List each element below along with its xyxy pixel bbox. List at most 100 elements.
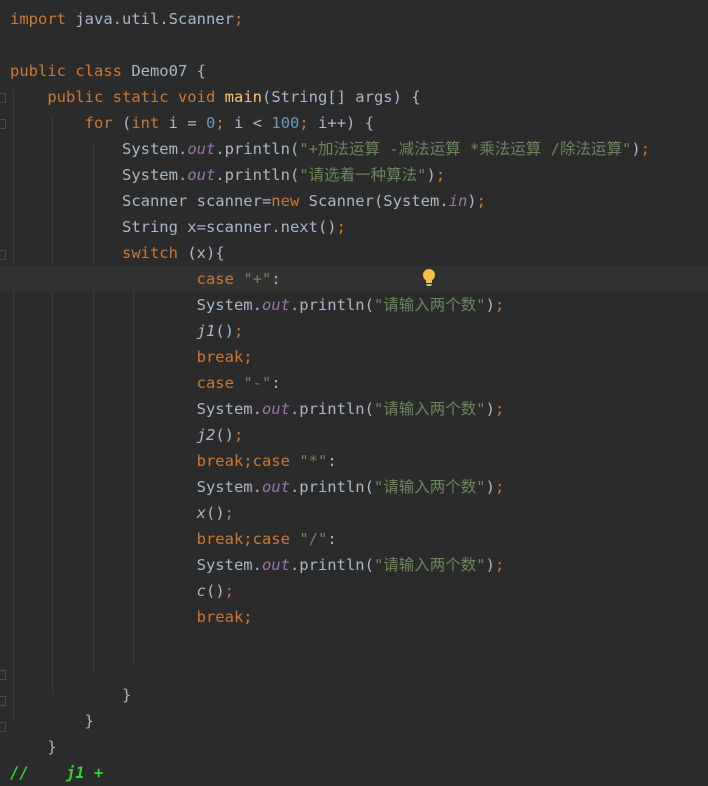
code-line[interactable]: System.out.println("+加法运算 -减法运算 *乘法运算 /除… [0, 136, 708, 162]
code-line[interactable] [0, 656, 708, 682]
code-line[interactable]: j1(); [0, 318, 708, 344]
code-token: break; [196, 608, 253, 626]
code-line[interactable]: import java.util.Scanner; [0, 6, 708, 32]
code-token: () [205, 582, 225, 600]
code-text: case "+": [10, 266, 281, 292]
code-token: .println( [289, 556, 374, 574]
code-token: .println( [215, 166, 300, 184]
code-token: 100 [271, 114, 300, 132]
code-line[interactable]: System.out.println("请输入两个数"); [0, 474, 708, 500]
code-line[interactable]: } [0, 682, 708, 708]
code-line[interactable]: break; [0, 344, 708, 370]
code-token: ) [467, 192, 477, 210]
code-token: out [187, 166, 216, 184]
code-token: } [10, 686, 132, 704]
code-token: () [215, 426, 234, 444]
code-token: public static void [47, 88, 216, 106]
code-token: ; [233, 10, 244, 28]
code-text: j2(); [10, 422, 244, 448]
code-token: "请输入两个数" [373, 478, 486, 496]
code-editor[interactable]: import java.util.Scanner; public class De… [0, 0, 708, 782]
code-token: i < [224, 114, 272, 132]
code-token: Demo07 { [121, 62, 206, 80]
lightbulb-icon[interactable] [422, 268, 436, 288]
code-line[interactable]: System.out.println("请输入两个数"); [0, 552, 708, 578]
code-token: Scanner(System. [299, 192, 449, 210]
code-line[interactable]: // j1 + [0, 760, 708, 786]
code-token: i = [159, 114, 206, 132]
code-token: Scanner scanner= [10, 192, 272, 210]
code-line[interactable]: System.out.println("请输入两个数"); [0, 396, 708, 422]
code-line[interactable]: case "+": [0, 266, 708, 292]
code-token: java.util.Scanner [66, 10, 234, 28]
code-text: for (int i = 0; i < 100; i++) { [10, 110, 374, 136]
code-token: out [261, 478, 290, 496]
code-token: ; [224, 582, 234, 600]
code-token: ) [485, 400, 495, 418]
code-text: break;case "/": [10, 526, 337, 552]
code-line[interactable]: } [0, 708, 708, 734]
code-text: import java.util.Scanner; [10, 6, 243, 32]
code-token: break;case [196, 452, 290, 470]
code-token: } [10, 712, 94, 730]
code-text: x(); [10, 500, 234, 526]
code-line[interactable]: break; [0, 604, 708, 630]
code-token: .println( [215, 140, 300, 158]
code-token: "请输入两个数" [373, 400, 486, 418]
code-line[interactable]: break;case "*": [0, 448, 708, 474]
code-token: System. [10, 140, 188, 158]
code-token: break;case [196, 530, 290, 548]
code-line[interactable] [0, 630, 708, 656]
code-line[interactable]: String x=scanner.next(); [0, 214, 708, 240]
code-token: .println( [289, 296, 374, 314]
code-token: ) [485, 556, 495, 574]
code-token: System. [10, 166, 188, 184]
code-line[interactable]: j2(); [0, 422, 708, 448]
code-line[interactable]: for (int i = 0; i < 100; i++) { [0, 110, 708, 136]
code-text: c(); [10, 578, 234, 604]
code-token: .println( [289, 400, 374, 418]
code-line[interactable]: } [0, 734, 708, 760]
code-token: out [187, 140, 216, 158]
code-token: ; [215, 114, 225, 132]
code-text: System.out.println("请输入两个数"); [10, 474, 505, 500]
code-line[interactable]: public class Demo07 { [0, 58, 708, 84]
code-token: System. [10, 296, 262, 314]
code-token: ; [494, 400, 505, 418]
code-token: ; [336, 218, 346, 236]
code-token: ; [476, 192, 486, 210]
code-line[interactable]: case "-": [0, 370, 708, 396]
code-line[interactable]: public static void main(String[] args) { [0, 84, 708, 110]
code-line[interactable]: x(); [0, 500, 708, 526]
code-line[interactable]: c(); [0, 578, 708, 604]
code-token: ; [233, 322, 244, 340]
code-line[interactable]: System.out.println("请输入两个数"); [0, 292, 708, 318]
code-token: ; [299, 114, 309, 132]
code-text: System.out.println("请输入两个数"); [10, 292, 505, 318]
code-token: break; [196, 348, 253, 366]
code-line[interactable] [0, 32, 708, 58]
code-text: System.out.println("+加法运算 -减法运算 *乘法运算 /除… [10, 136, 650, 162]
code-line[interactable]: break;case "/": [0, 526, 708, 552]
code-token: ; [494, 296, 505, 314]
code-line[interactable]: switch (x){ [0, 240, 708, 266]
code-token: (x){ [177, 244, 225, 262]
code-token: ; [224, 504, 234, 522]
code-token: ; [640, 140, 650, 158]
code-line[interactable]: System.out.println("请选着一种算法"); [0, 162, 708, 188]
code-token: .println( [289, 478, 374, 496]
code-line[interactable]: Scanner scanner=new Scanner(System.in); [0, 188, 708, 214]
code-text: j1(); [10, 318, 244, 344]
code-token: System. [10, 556, 262, 574]
code-token: x [196, 504, 206, 522]
code-token: System. [10, 478, 262, 496]
